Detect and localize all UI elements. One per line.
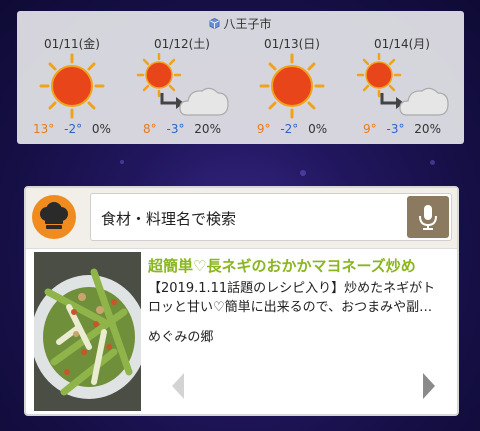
forecast-day[interactable]: 01/12(土) 8° -3° 20% [132,33,232,141]
cookpad-logo[interactable] [32,195,76,239]
search-input[interactable]: 食材・料理名で検索 [90,193,452,241]
sunny-then-cloudy-icon [356,53,449,116]
recipe-widget: 食材・料理名で検索 超簡単♡長ネギのおかかマヨネーズ炒め 【2019.1.11話… [24,186,459,416]
forecast-temps: 9° -3° 20% [352,122,452,136]
forecast-day[interactable]: 01/14(月) 9° -3° 20% [352,33,452,141]
background-sparkle [120,160,124,164]
recipe-author: めぐみの郷 [148,330,214,345]
precip-chance: 20% [194,122,221,136]
recipe-title[interactable]: 超簡単♡長ネギのおかかマヨネーズ炒め [148,255,416,276]
sunny-icon [259,53,325,119]
low-temp: -2° [64,122,83,136]
background-sparkle [300,170,306,176]
recipe-photo-image [34,252,141,411]
forecast-date: 01/11(金) [44,37,100,51]
forecast-day[interactable]: 01/11(金) 13° -2° 0% [22,33,122,141]
location-name: 八王子市 [223,17,272,31]
weather-widget[interactable]: 八王子市 01/11(金) 13° -2° 0% 01/12(土) 8° -3°… [17,11,464,144]
forecast-date: 01/13(日) [264,37,320,51]
forecast-temps: 8° -3° 20% [132,122,232,136]
weather-location: 八王子市 [17,15,464,32]
sunny-icon [39,53,105,119]
high-temp: 9° [256,122,271,136]
microphone-icon [419,205,437,230]
sunny-then-cloudy-icon [136,53,229,116]
background-sparkle [430,160,435,165]
next-recipe-button[interactable] [419,371,439,401]
precip-chance: 0% [91,122,111,136]
precip-chance: 0% [308,122,328,136]
high-temp: 8° [143,122,157,136]
high-temp: 9° [363,122,377,136]
chef-hat-icon [40,202,68,229]
forecast-temps: 9° -2° 0% [242,122,342,136]
forecast-temps: 13° -2° 0% [22,122,122,136]
location-icon [210,18,220,29]
recipe-description: 【2019.1.11話題のレシピ入り】炒めたネギがトロッと甘い♡簡単に出来るので… [148,281,436,315]
low-temp: -3° [386,122,405,136]
previous-recipe-button[interactable] [168,371,188,401]
search-placeholder: 食材・料理名で検索 [101,210,237,228]
low-temp: -2° [280,122,299,136]
low-temp: -3° [166,122,185,136]
forecast-date: 01/12(土) [154,37,210,51]
forecast-date: 01/14(月) [374,37,430,51]
voice-search-button[interactable] [407,196,449,238]
recipe-search-bar: 食材・料理名で検索 [26,188,457,249]
recipe-photo[interactable] [34,252,141,411]
high-temp: 13° [33,122,55,136]
forecast-day[interactable]: 01/13(日) 9° -2° 0% [242,33,342,141]
precip-chance: 20% [414,122,441,136]
